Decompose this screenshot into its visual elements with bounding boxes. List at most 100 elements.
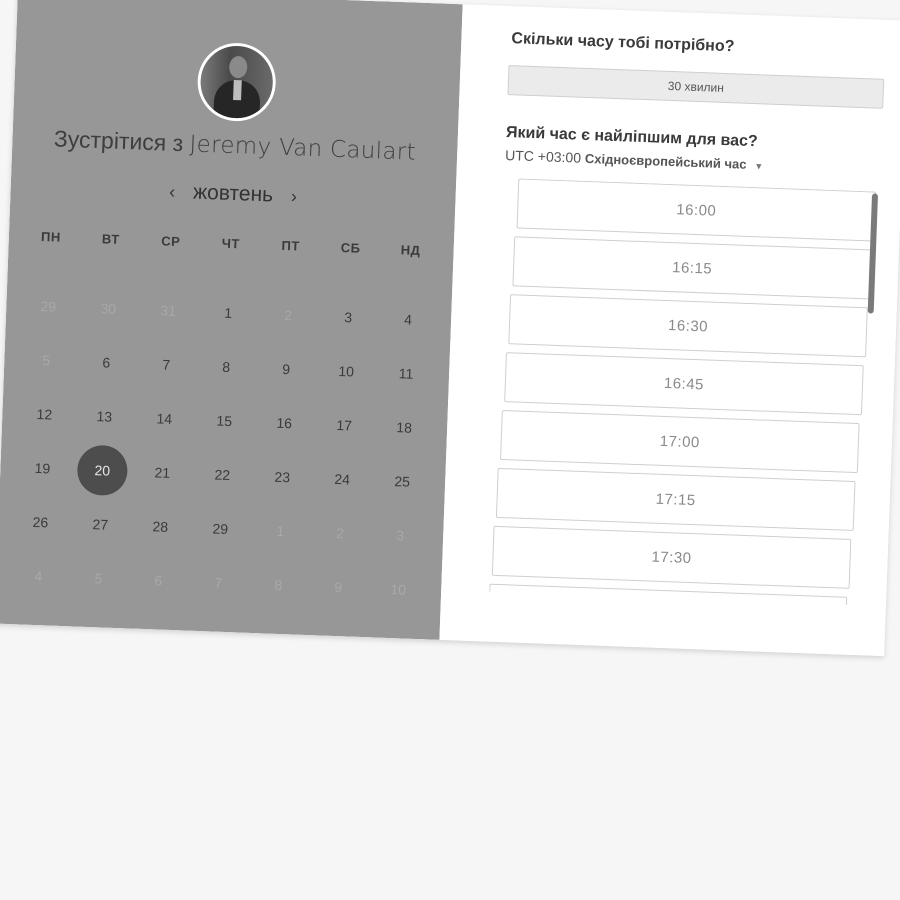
calendar-day[interactable]: 8 <box>195 339 257 395</box>
calendar-day: 30 <box>77 280 139 336</box>
calendar-day-number: 13 <box>96 408 113 425</box>
calendar-day-number: 4 <box>34 568 43 585</box>
time-slot-button[interactable]: 16:15 <box>512 236 872 300</box>
calendar-day-number: 25 <box>394 473 411 490</box>
time-slot-button[interactable]: 17:15 <box>495 467 856 531</box>
calendar-panel: Зустрітися з Jeremy Van Caulart ‹ жовтен… <box>0 0 463 640</box>
calendar-day-number: 20 <box>76 444 129 497</box>
calendar-day: 1 <box>249 503 311 559</box>
weekday-label: СБ <box>340 240 361 256</box>
calendar-day[interactable]: 6 <box>75 334 137 390</box>
calendar-day[interactable]: 10 <box>315 343 377 399</box>
calendar-day-number: 26 <box>32 513 49 531</box>
weekday-header: ПН ВТ СР ЧТ ПТ СБ НД <box>21 228 441 258</box>
calendar-day: 2 <box>309 505 371 561</box>
calendar-day-number: 30 <box>100 300 117 317</box>
calendar-day[interactable]: 4 <box>377 291 439 347</box>
booking-card: Зустрітися з Jeremy Van Caulart ‹ жовтен… <box>0 0 900 657</box>
calendar-day-number: 7 <box>214 574 223 591</box>
calendar-day-number: 3 <box>343 309 353 326</box>
time-slot-button[interactable]: 17:30 <box>491 525 852 589</box>
next-month-icon[interactable]: › <box>279 186 310 208</box>
calendar-day-number: 7 <box>162 356 171 373</box>
timezone-select[interactable]: UTC +03:00 Східноєвропейський час ▼ <box>505 147 764 172</box>
host-avatar <box>196 41 278 123</box>
calendar-day: 31 <box>137 283 199 339</box>
time-slot-button[interactable]: 16:00 <box>516 178 877 242</box>
time-panel: Скільки часу тобі потрібно? 30 хвилин Як… <box>439 4 900 657</box>
calendar-day-number: 22 <box>214 466 231 484</box>
calendar-day-number: 5 <box>94 570 103 587</box>
calendar-day-number: 9 <box>282 360 291 378</box>
calendar-day-number: 12 <box>36 405 53 423</box>
calendar-day[interactable]: 21 <box>131 445 193 501</box>
calendar-day[interactable]: 24 <box>311 451 373 507</box>
calendar-day[interactable]: 11 <box>375 345 437 401</box>
calendar-day[interactable]: 12 <box>13 386 75 442</box>
calendar-day-number: 31 <box>160 302 177 320</box>
time-slot-button[interactable]: 16:30 <box>508 294 868 358</box>
calendar-day[interactable]: 13 <box>73 388 135 444</box>
calendar-day[interactable]: 25 <box>371 453 433 509</box>
calendar-day-number: 9 <box>334 579 343 596</box>
calendar-day-number: 1 <box>276 522 285 540</box>
timezone-name: Східноєвропейський час <box>584 150 747 172</box>
calendar-day: 8 <box>247 557 309 613</box>
calendar-day-number: 10 <box>390 581 407 598</box>
calendar-day-number: 19 <box>34 459 51 477</box>
calendar-day: 5 <box>67 550 129 606</box>
calendar-day: 9 <box>307 559 369 615</box>
calendar-day-number: 14 <box>156 410 173 427</box>
time-slot-button[interactable]: 17:00 <box>500 410 860 474</box>
weekday-label: ПТ <box>281 237 301 254</box>
weekday-label: ПН <box>40 229 62 245</box>
meeting-title-prefix: Зустрітися з <box>53 125 184 157</box>
calendar-day[interactable]: 18 <box>373 399 435 455</box>
calendar-day[interactable]: 16 <box>253 395 315 451</box>
calendar-grid: 29 30 31 1 2 3 4 5 6 7 8 9 10 11 12 13 14 15 16 17 18 19 20 21 2… <box>7 278 439 617</box>
calendar-day[interactable]: 9 <box>255 341 317 397</box>
calendar-day[interactable]: 1 <box>197 285 259 341</box>
calendar-day[interactable]: 28 <box>129 498 191 554</box>
calendar-day[interactable]: 23 <box>251 449 313 505</box>
calendar-day-number: 8 <box>274 576 283 594</box>
calendar-day[interactable]: 22 <box>191 447 253 503</box>
calendar-day-number: 18 <box>396 419 413 436</box>
calendar-day[interactable]: 17 <box>313 397 375 453</box>
weekday-label: СР <box>161 233 181 250</box>
calendar-day-number: 3 <box>396 527 405 544</box>
calendar-day[interactable]: 3 <box>317 289 379 345</box>
calendar-day[interactable]: 14 <box>133 391 195 447</box>
prev-month-icon[interactable]: ‹ <box>157 181 188 203</box>
calendar-day-number: 1 <box>224 304 233 322</box>
calendar-day-number: 29 <box>212 520 229 538</box>
calendar-day: 2 <box>257 287 319 343</box>
calendar-day: 29 <box>17 278 79 334</box>
duration-select[interactable]: 30 хвилин <box>507 65 885 109</box>
caret-down-icon: ▼ <box>754 161 764 172</box>
calendar-day[interactable]: 27 <box>69 496 131 552</box>
calendar-day-number: 10 <box>338 363 355 380</box>
month-label: жовтень <box>192 181 274 207</box>
calendar-day-number: 5 <box>42 352 51 369</box>
calendar-day: 4 <box>7 548 69 604</box>
calendar-day-selected[interactable]: 20 <box>71 442 133 498</box>
time-slot-button[interactable]: 16:45 <box>504 352 864 416</box>
calendar-day-number: 11 <box>398 365 414 382</box>
weekday-label: ВТ <box>101 231 121 247</box>
host-name: Jeremy Van Caulart <box>189 131 417 166</box>
calendar-day-number: 17 <box>336 416 353 434</box>
calendar-day-number: 15 <box>216 412 233 430</box>
calendar-day-number: 4 <box>403 311 413 328</box>
meeting-title: Зустрітися з Jeremy Van Caulart <box>12 124 458 167</box>
time-slot-button[interactable] <box>489 583 848 606</box>
calendar-day[interactable]: 7 <box>135 337 197 393</box>
calendar-day[interactable]: 29 <box>189 501 251 557</box>
calendar-day[interactable]: 15 <box>193 393 255 449</box>
calendar-day[interactable]: 26 <box>9 494 71 550</box>
calendar-day-number: 21 <box>154 464 171 481</box>
calendar-day: 10 <box>367 561 429 617</box>
calendar-day-number: 23 <box>274 468 291 486</box>
calendar-day[interactable]: 19 <box>11 440 73 496</box>
calendar-day: 6 <box>127 552 189 608</box>
